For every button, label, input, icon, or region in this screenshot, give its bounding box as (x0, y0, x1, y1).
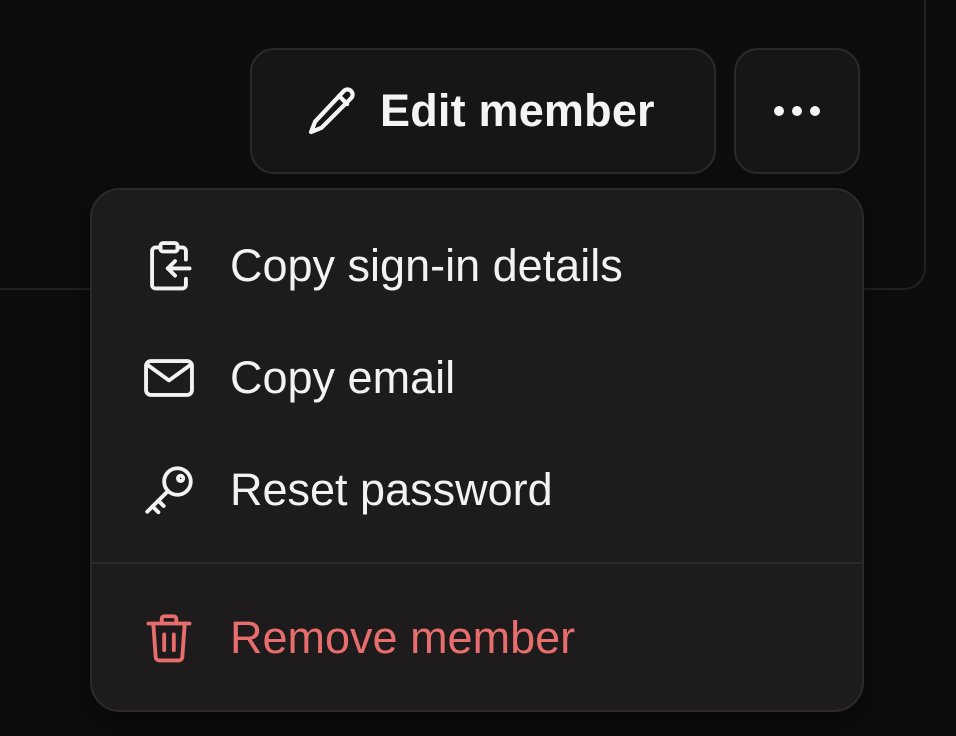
pencil-icon (304, 83, 360, 139)
menu-item-copy-sign-in-details[interactable]: Copy sign-in details (92, 216, 862, 316)
more-horizontal-icon (769, 101, 825, 121)
page: Edit member Copy sign-in details Copy em… (0, 0, 956, 736)
menu-item-label: Copy sign-in details (230, 240, 623, 291)
edit-member-button[interactable]: Edit member (250, 48, 716, 174)
menu-item-label: Copy email (230, 352, 456, 403)
menu-item-remove-member[interactable]: Remove member (92, 588, 862, 688)
menu-item-label: Reset password (230, 464, 553, 515)
menu-item-copy-email[interactable]: Copy email (92, 328, 862, 428)
member-actions-toolbar: Edit member (250, 48, 860, 174)
menu-separator (92, 562, 862, 564)
clipboard-import-icon (140, 237, 198, 295)
key-icon (140, 461, 198, 519)
edit-member-label: Edit member (380, 85, 655, 136)
menu-item-label: Remove member (230, 612, 576, 663)
more-actions-button[interactable] (734, 48, 860, 174)
menu-item-reset-password[interactable]: Reset password (92, 440, 862, 540)
trash-icon (140, 609, 198, 667)
more-actions-menu: Copy sign-in details Copy email Reset pa… (90, 188, 864, 712)
mail-icon (140, 349, 198, 407)
